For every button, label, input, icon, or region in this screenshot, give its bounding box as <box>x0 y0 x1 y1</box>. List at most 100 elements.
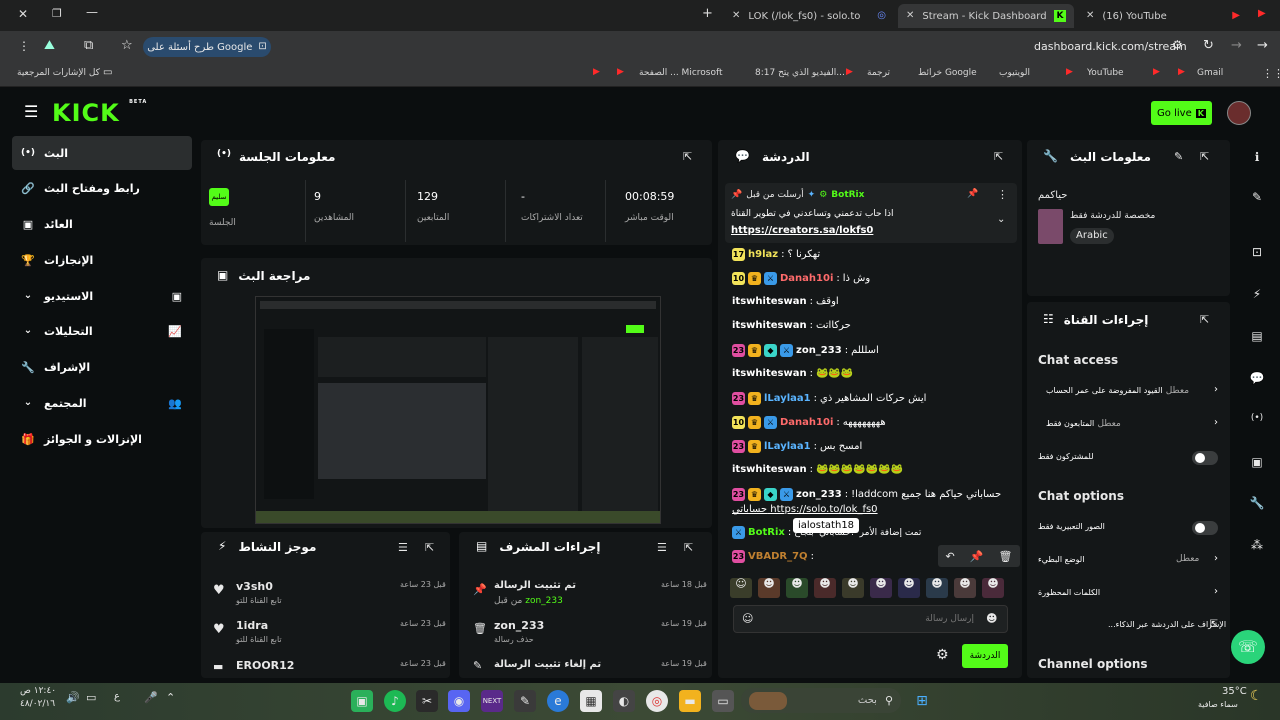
share-icon[interactable]: ⧉ <box>84 39 93 52</box>
bookmark-youtube[interactable]: YouTube <box>1087 68 1124 78</box>
emote-icon[interactable]: ☺ <box>730 578 752 598</box>
close-tab-icon[interactable]: ✕ <box>732 11 740 21</box>
tab-youtube[interactable]: ✕ (16) YouTube ▶ <box>1078 4 1248 28</box>
extension-icon[interactable]: ⛰ <box>44 39 55 52</box>
taskbar-app-discord[interactable]: ◉ <box>448 690 470 712</box>
subs-only-toggle[interactable] <box>1192 451 1218 465</box>
chat-user[interactable]: h9laz <box>748 249 778 260</box>
nav-item-community[interactable]: ⌄ المجتمع 👥 <box>12 386 192 420</box>
chat-user[interactable]: itswhiteswan <box>732 320 807 331</box>
taskbar-app-explorer[interactable]: ▬ <box>679 690 701 712</box>
taskbar-app-obs[interactable]: ◐ <box>613 690 635 712</box>
chat-icon[interactable]: 💬 <box>1247 371 1267 391</box>
google-search-pill[interactable]: طرح أسئلة على Google ⊡ <box>143 37 271 57</box>
nav-item-achievements[interactable]: 🏆 الإنجازات <box>12 243 192 277</box>
kick-logo[interactable]: KICK BETA <box>52 99 147 127</box>
avatar[interactable] <box>1227 101 1251 125</box>
info-icon[interactable]: ℹ <box>1247 150 1267 170</box>
filter-icon[interactable]: ☰ <box>657 542 667 553</box>
emote-icon[interactable]: ☻ <box>758 578 780 598</box>
stream-preview-video[interactable] <box>255 296 661 524</box>
banned-words-row[interactable]: الكلمات المحظورة › <box>1038 587 1218 598</box>
taskbar-app-camera[interactable]: ▣ <box>351 690 373 712</box>
chat-user[interactable]: zon_233 <box>796 345 842 356</box>
volume-icon[interactable]: 🔊 <box>66 692 80 703</box>
activity-user[interactable]: EROOR12 <box>236 659 294 672</box>
start-button-icon[interactable]: ⊞ <box>911 690 933 712</box>
followers-only-row[interactable]: معطل المتابعون فقط › <box>1038 418 1218 430</box>
edit-icon[interactable]: ✎ <box>1174 151 1183 162</box>
new-tab-icon[interactable]: + <box>702 7 713 20</box>
bookmark-star-icon[interactable]: ☆ <box>121 39 133 52</box>
chat-user[interactable]: Danah10i <box>780 273 833 284</box>
bookmark-gmail[interactable]: Gmail <box>1197 68 1223 78</box>
bookmark-youtube-ar[interactable]: الويتيوب <box>999 68 1030 78</box>
pencil-icon[interactable]: ✎ <box>1247 190 1267 210</box>
bookmark-maps[interactable]: خرائط Google <box>918 68 977 78</box>
taskbar-app-capcut[interactable]: ✂ <box>416 690 438 712</box>
support-chat-button[interactable]: ☏ <box>1231 630 1265 664</box>
pin-toggle-icon[interactable]: 📌 <box>967 190 978 199</box>
reload-icon[interactable]: ↻ <box>1203 39 1214 52</box>
nav-item-moderation[interactable]: 🔧 الإشراف <box>12 350 192 384</box>
weather-temp[interactable]: 35°C <box>1222 686 1247 697</box>
tray-chevron-icon[interactable]: ⌃ <box>166 692 175 703</box>
emote-icon[interactable]: ☻ <box>870 578 892 598</box>
taskbar-app-chrome[interactable]: ◎ <box>646 690 668 712</box>
age-restriction-row[interactable]: معطل القيود المفروضة على عمر الحساب › <box>1038 385 1218 397</box>
taskbar-app-tool[interactable]: ✎ <box>514 690 536 712</box>
popout-icon[interactable]: ⇱ <box>684 542 693 553</box>
nav-item-drops[interactable]: 🎁 الإنزالات و الجوائز <box>12 422 192 456</box>
chat-settings-icon[interactable]: ⚙ <box>936 648 949 662</box>
apps-grid-icon[interactable]: ⋮⋮ <box>1262 68 1280 79</box>
bookmark-all[interactable]: كل الإشارات المرجعية <box>17 68 100 78</box>
nav-item-stream-key[interactable]: 🔗 رابط ومفتاح البث <box>12 171 192 205</box>
layout-icon[interactable]: ▣ <box>1247 455 1267 475</box>
nav-item-studio[interactable]: ⌄ الاستيديو ▣ <box>12 279 192 313</box>
nav-item-stream[interactable]: (•) البث <box>12 136 192 170</box>
restore-window-icon[interactable]: ❐ <box>52 8 62 19</box>
bolt-icon[interactable]: ⚡ <box>1247 287 1267 307</box>
scan-icon[interactable]: ⊡ <box>1247 245 1267 265</box>
tab-solo[interactable]: ✕ LOK (/lok_fs0) - solo.to ◎ <box>724 4 894 28</box>
activity-user[interactable]: 1idra <box>236 619 268 632</box>
chevron-down-icon[interactable]: ⌄ <box>997 215 1005 225</box>
chat-input[interactable] <box>764 610 974 628</box>
bookmark-translate[interactable]: ترجمة <box>867 68 890 78</box>
chat-user[interactable]: zon_233 <box>796 489 842 500</box>
url-text[interactable]: dashboard.kick.com/stream <box>1034 40 1187 53</box>
taskbar-app-store[interactable]: ▦ <box>580 690 602 712</box>
chat-user[interactable]: BotRix <box>748 527 785 538</box>
close-tab-icon[interactable]: ✕ <box>906 11 914 21</box>
chat-user[interactable]: Danah10i <box>780 417 833 428</box>
emoji-icon[interactable]: ☻ <box>986 613 997 624</box>
menu-dots-icon[interactable]: ⋮ <box>18 40 30 52</box>
emote-icon[interactable]: ☻ <box>954 578 976 598</box>
emote-picker-icon[interactable]: ☺ <box>742 613 753 624</box>
slow-mode-row[interactable]: الوضع البطيء معطل › <box>1038 554 1218 565</box>
category-thumbnail[interactable] <box>1038 209 1063 244</box>
tab-kick-dashboard[interactable]: ✕ Stream - Kick Dashboard K <box>898 4 1074 28</box>
clock-date[interactable]: ٤٨/٠٢/١٦ <box>20 699 55 709</box>
clock-time[interactable]: ١٢:٤٠ ص <box>20 686 56 696</box>
battery-icon[interactable]: ▭ <box>86 692 96 703</box>
more-icon[interactable]: ⋮ <box>997 189 1008 200</box>
minimize-window-icon[interactable]: — <box>86 6 98 18</box>
chat-user[interactable]: VBADR_7Q <box>748 551 808 562</box>
popout-icon[interactable]: ⇱ <box>683 151 692 162</box>
popout-icon[interactable]: ⇱ <box>425 542 434 553</box>
chat-user[interactable]: itswhiteswan <box>732 464 807 475</box>
popout-icon[interactable]: ⇱ <box>1200 314 1209 325</box>
back-icon[interactable]: → <box>1257 39 1268 52</box>
reply-icon[interactable]: ↶ <box>946 551 955 562</box>
chat-user[interactable]: itswhiteswan <box>732 296 807 307</box>
mic-icon[interactable]: 🎤 <box>144 692 158 703</box>
emotes-only-toggle[interactable] <box>1192 521 1218 535</box>
nav-item-analytics[interactable]: ⌄ التحليلات 📈 <box>12 314 192 348</box>
taskbar-app-terminal[interactable]: ▭ <box>712 690 734 712</box>
activity-user[interactable]: v3sh0 <box>236 580 273 593</box>
pinned-user[interactable]: BotRix <box>831 190 864 200</box>
pinned-message[interactable]: 📌 أرسلت من قبل ✦ ⚙ BotRix 📌 ⋮ اذا حاب تد… <box>725 183 1017 243</box>
emote-icon[interactable]: ☻ <box>786 578 808 598</box>
taskbar-app-spotify[interactable]: ♪ <box>384 690 406 712</box>
